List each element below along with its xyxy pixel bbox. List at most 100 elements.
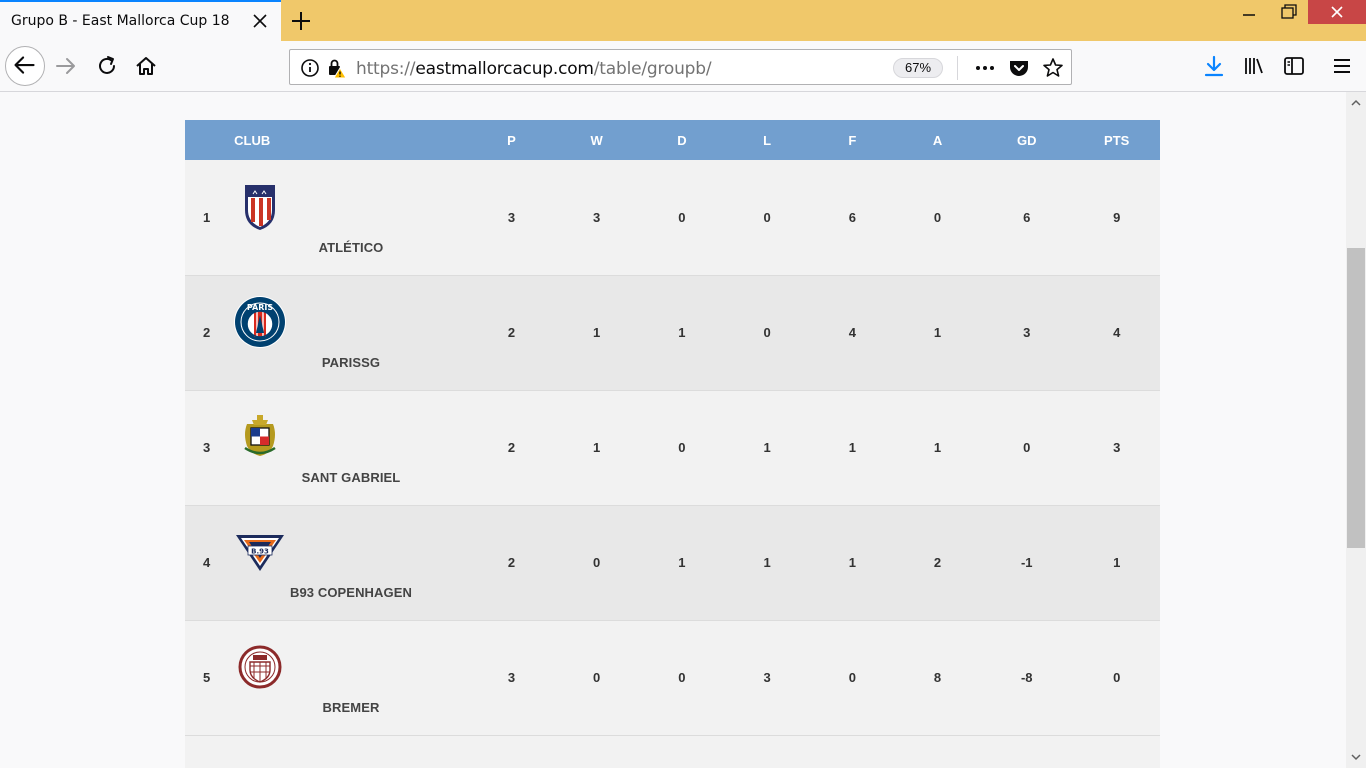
lost-cell: 1 bbox=[763, 440, 771, 455]
drawn-cell: 0 bbox=[678, 440, 686, 455]
tab-strip: Grupo B - East Mallorca Cup 18 bbox=[0, 0, 1366, 41]
played-cell: 2 bbox=[507, 325, 516, 340]
atletico-crest-icon bbox=[245, 184, 276, 230]
minimize-window-icon[interactable] bbox=[1234, 0, 1264, 26]
played-cell: 3 bbox=[507, 209, 516, 225]
table-row: 2 PARIS PARISSG 2 1 1 0 4 1 3 4 bbox=[185, 275, 1160, 390]
drawn-cell: 1 bbox=[678, 325, 686, 340]
won-cell: 1 bbox=[593, 440, 601, 455]
lost-cell: 3 bbox=[763, 670, 771, 685]
close-window-icon[interactable] bbox=[1308, 0, 1366, 24]
goals-against-cell: 8 bbox=[933, 670, 942, 685]
table-header-row: CLUB P W D L F A GD PTS bbox=[185, 120, 1160, 160]
standings-table: CLUB P W D L F A GD PTS 1 ATLÉTICO 3 3 0… bbox=[185, 120, 1160, 736]
sidebar-icon[interactable] bbox=[1281, 53, 1307, 79]
club-name: B93 COPENHAGEN bbox=[289, 585, 413, 600]
new-tab-icon[interactable] bbox=[286, 6, 316, 36]
library-icon[interactable] bbox=[1241, 53, 1267, 79]
sant-gabriel-crest-icon bbox=[244, 415, 276, 456]
b93-crest-icon: B.93 bbox=[236, 535, 285, 571]
header-goals-for: F bbox=[848, 132, 857, 148]
club-cell: BREMER bbox=[228, 620, 469, 735]
header-goal-difference: GD bbox=[1017, 132, 1037, 148]
won-cell: 1 bbox=[593, 325, 601, 340]
info-icon[interactable] bbox=[298, 56, 322, 80]
goals-against-cell: 0 bbox=[933, 209, 942, 225]
header-club: CLUB bbox=[234, 132, 271, 148]
club-cell: ATLÉTICO bbox=[228, 160, 469, 275]
won-cell: 0 bbox=[593, 670, 601, 685]
close-tab-icon[interactable] bbox=[249, 10, 271, 32]
drawn-cell: 0 bbox=[678, 209, 686, 225]
position-cell: 4 bbox=[202, 555, 211, 570]
url-text[interactable]: https://eastmallorcacup.com/table/groupb… bbox=[356, 59, 712, 79]
club-cell: B.93 B93 COPENHAGEN bbox=[228, 505, 469, 620]
club-name: PARISSG bbox=[321, 355, 381, 370]
bremer-crest-icon bbox=[238, 645, 282, 689]
played-cell: 2 bbox=[507, 440, 516, 455]
position-cell: 5 bbox=[202, 670, 211, 685]
table-row: 5 BREMER 3 0 0 3 0 8 -8 0 bbox=[185, 620, 1160, 735]
bookmark-star-icon[interactable] bbox=[1041, 56, 1065, 80]
svg-text:PARIS: PARIS bbox=[247, 303, 273, 312]
points-cell: 9 bbox=[1113, 209, 1121, 225]
goals-for-cell: 1 bbox=[848, 555, 856, 570]
goals-against-cell: 1 bbox=[933, 440, 942, 455]
table-row: 4 B.93 B93 COPENHAGEN 2 0 1 1 1 2 -1 1 bbox=[185, 505, 1160, 620]
goals-for-cell: 4 bbox=[848, 325, 856, 340]
goal-difference-cell: 3 bbox=[1023, 325, 1031, 340]
pocket-icon[interactable] bbox=[1007, 56, 1031, 80]
forward-arrow-icon[interactable] bbox=[53, 53, 79, 79]
header-drawn: D bbox=[677, 132, 687, 148]
home-icon[interactable] bbox=[133, 53, 159, 79]
drawn-cell: 1 bbox=[678, 555, 686, 570]
header-won: W bbox=[590, 132, 603, 148]
goals-against-cell: 1 bbox=[933, 325, 942, 340]
back-button[interactable] bbox=[5, 46, 45, 86]
scroll-up-icon[interactable] bbox=[1350, 98, 1362, 108]
goals-for-cell: 1 bbox=[848, 440, 856, 455]
page-actions-icon[interactable] bbox=[973, 56, 997, 80]
downloads-icon[interactable] bbox=[1201, 53, 1227, 79]
back-arrow-icon bbox=[14, 56, 35, 74]
goal-difference-cell: -1 bbox=[1020, 555, 1033, 570]
lost-cell: 1 bbox=[763, 555, 771, 570]
goal-difference-cell: 6 bbox=[1023, 209, 1031, 225]
position-cell: 1 bbox=[202, 209, 211, 225]
table-continuation bbox=[185, 736, 1160, 768]
header-lost: L bbox=[763, 132, 772, 148]
club-name: BREMER bbox=[322, 700, 380, 715]
table-row: 3 SANT GABRIEL 2 1 0 1 1 1 0 3 bbox=[185, 390, 1160, 505]
insecure-lock-icon[interactable] bbox=[324, 56, 348, 80]
restore-window-icon[interactable] bbox=[1272, 0, 1304, 26]
page-content: CLUB P W D L F A GD PTS 1 ATLÉTICO 3 3 0… bbox=[0, 92, 1346, 768]
reload-icon[interactable] bbox=[94, 53, 120, 79]
points-cell: 4 bbox=[1113, 325, 1121, 340]
tab-active[interactable]: Grupo B - East Mallorca Cup 18 bbox=[0, 0, 281, 41]
club-cell: SANT GABRIEL bbox=[228, 390, 469, 505]
position-cell: 2 bbox=[202, 325, 211, 340]
url-bar[interactable]: https://eastmallorcacup.com/table/groupb… bbox=[289, 49, 1072, 85]
played-cell: 2 bbox=[507, 555, 516, 570]
navigation-toolbar: https://eastmallorcacup.com/table/groupb… bbox=[0, 41, 1366, 92]
goals-against-cell: 2 bbox=[933, 555, 942, 570]
points-cell: 3 bbox=[1113, 440, 1121, 455]
played-cell: 3 bbox=[507, 670, 516, 685]
menu-icon[interactable] bbox=[1329, 53, 1355, 79]
won-cell: 3 bbox=[593, 209, 601, 225]
tab-title: Grupo B - East Mallorca Cup 18 bbox=[11, 13, 230, 29]
scrollbar-thumb[interactable] bbox=[1347, 248, 1365, 548]
points-cell: 0 bbox=[1113, 670, 1121, 685]
drawn-cell: 0 bbox=[678, 670, 686, 685]
vertical-scrollbar[interactable] bbox=[1346, 92, 1366, 768]
club-name: ATLÉTICO bbox=[318, 239, 384, 255]
header-points: PTS bbox=[1104, 132, 1130, 148]
svg-text:B.93: B.93 bbox=[251, 548, 269, 556]
header-pos bbox=[185, 120, 228, 160]
zoom-level-badge[interactable]: 67% bbox=[893, 58, 943, 78]
psg-crest-icon: PARIS bbox=[234, 296, 287, 348]
url-bar-separator bbox=[957, 56, 958, 80]
lost-cell: 0 bbox=[763, 325, 771, 340]
won-cell: 0 bbox=[593, 555, 601, 570]
scroll-down-icon[interactable] bbox=[1350, 752, 1362, 762]
